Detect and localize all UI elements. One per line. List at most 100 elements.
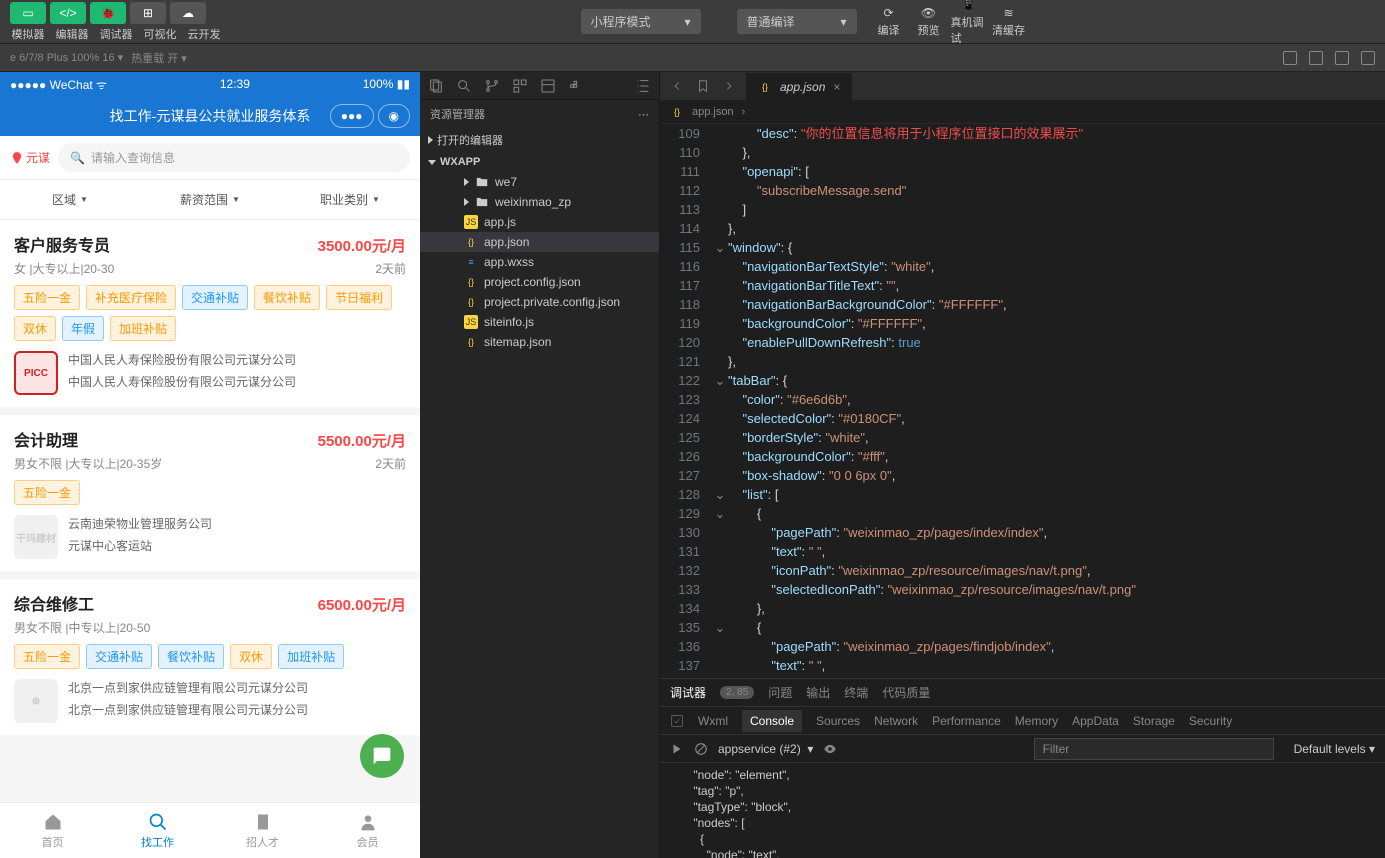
company-logo: 干玛建材 [14,515,58,559]
popout-icon[interactable] [1361,51,1375,65]
job-salary: 3500.00元/月 [318,235,406,256]
clear-icon[interactable] [694,742,708,756]
eye-icon[interactable] [823,742,837,756]
inspect-icon[interactable] [670,714,684,728]
files-icon[interactable] [428,78,444,94]
tree-app.js[interactable]: JS app.js [420,212,659,232]
tab-招人才[interactable]: 招人才 [210,803,315,858]
action-清缓存[interactable]: ≋清缓存 [991,4,1027,40]
job-time: 2天前 [375,455,406,472]
explorer: 资源管理器⋯ 打开的编辑器 WXAPP we7 weixinmao_zpJS a… [420,72,660,858]
dt-tab-Performance[interactable]: Performance [932,714,1001,728]
tree-app.wxss[interactable]: ≡ app.wxss [420,252,659,272]
toolbar-btn-3[interactable]: ⊞ [130,2,166,24]
capsule-menu[interactable]: ●●● [330,104,374,128]
job-card[interactable]: 会计助理5500.00元/月男女不限 |大专以上|20-35岁2天前五险一金干玛… [0,415,420,571]
layout-icon[interactable] [540,78,556,94]
filter-区域[interactable]: 区域 ▼ [0,180,140,219]
expand-icon[interactable] [635,78,651,94]
tag: 节日福利 [326,285,392,310]
dt-tab-Wxml[interactable]: Wxml [698,714,728,728]
action-真机调试[interactable]: 📱真机调试 [951,4,987,40]
editor: {} app.json × {} app.json› 1091101111121… [660,72,1385,858]
docker-icon[interactable] [568,78,584,94]
code-editor[interactable]: 1091101111121131141151161171181191201211… [660,124,1385,678]
dt-tab-Network[interactable]: Network [874,714,918,728]
tree-app.json[interactable]: {} app.json [420,232,659,252]
nav-bar: 找工作-元谋县公共就业服务体系 ●●● ◉ [0,96,420,136]
job-title: 会计助理 [14,427,78,451]
debugger-tab[interactable]: 调试器 [670,684,706,701]
quality-tab[interactable]: 代码质量 [882,684,930,701]
dt-tab-AppData[interactable]: AppData [1072,714,1119,728]
devtools: 调试器 2, 85 问题 输出 终端 代码质量 WxmlConsoleSourc… [660,678,1385,858]
tree-siteinfo.js[interactable]: JS siteinfo.js [420,312,659,332]
project-section[interactable]: WXAPP [420,152,659,172]
status-bar: ●●●●● WeChat ᯤ 12:39 100% ▮▮ [0,72,420,96]
dt-tab-Console[interactable]: Console [742,710,802,732]
search-input[interactable]: 🔍 请输入查询信息 [58,143,410,172]
back-icon[interactable] [670,79,684,93]
branch-icon[interactable] [484,78,500,94]
toolbar-btn-2[interactable]: 🐞 [90,2,126,24]
tree-weixinmao_zp[interactable]: weixinmao_zp [420,192,659,212]
output-tab[interactable]: 输出 [806,684,830,701]
mode-select[interactable]: 小程序模式▾ [581,9,701,34]
toolbar-btn-4[interactable]: ☁ [170,2,206,24]
dt-tab-Security[interactable]: Security [1189,714,1232,728]
chat-fab[interactable] [360,734,404,778]
record-icon[interactable] [1309,51,1323,65]
tag: 餐饮补贴 [158,644,224,669]
json-icon: {} [670,105,684,119]
filter-input[interactable]: Filter [1034,738,1274,760]
job-title: 综合维修工 [14,591,94,615]
job-card[interactable]: 综合维修工6500.00元/月男女不限 |中专以上|20-50五险一金交通补贴餐… [0,579,420,735]
phone-icon[interactable] [1335,51,1349,65]
job-title: 客户服务专员 [14,232,110,256]
tree-project.private.config.json[interactable]: {} project.private.config.json [420,292,659,312]
filter-薪资范围[interactable]: 薪资范围 ▼ [140,180,280,219]
toolbar-btn-1[interactable]: </> [50,2,86,24]
context-select[interactable]: appservice (#2) ▾ [718,742,813,756]
job-card[interactable]: 客户服务专员3500.00元/月女 |大专以上|20-302天前五险一金补充医疗… [0,220,420,407]
tree-sitemap.json[interactable]: {} sitemap.json [420,332,659,352]
dt-tab-Storage[interactable]: Storage [1133,714,1175,728]
dt-tab-Sources[interactable]: Sources [816,714,860,728]
location-picker[interactable]: 元谋 [10,149,50,166]
open-editors-section[interactable]: 打开的编辑器 [420,128,659,152]
issues-tab[interactable]: 问题 [768,684,792,701]
tab-首页[interactable]: 首页 [0,803,105,858]
refresh-icon[interactable] [1283,51,1297,65]
device-select[interactable]: e 6/7/8 Plus 100% 16 ▾ [10,51,123,64]
action-编译[interactable]: ⟳编译 [871,4,907,40]
clock: 12:39 [220,77,250,91]
tab-找工作[interactable]: 找工作 [105,803,210,858]
search-row: 元谋 🔍 请输入查询信息 [0,136,420,180]
levels-select[interactable]: Default levels ▾ [1294,742,1375,756]
forward-icon[interactable] [722,79,736,93]
company-logo: PICC [14,351,58,395]
tab-会员[interactable]: 会员 [315,803,420,858]
toolbar-btn-0[interactable]: ▭ [10,2,46,24]
tree-project.config.json[interactable]: {} project.config.json [420,272,659,292]
bookmark-icon[interactable] [696,79,710,93]
editor-tab-active[interactable]: {} app.json × [746,73,852,100]
extensions-icon[interactable] [512,78,528,94]
terminal-tab[interactable]: 终端 [844,684,868,701]
tree-we7[interactable]: we7 [420,172,659,192]
hotreload-toggle[interactable]: 热重载 开 ▾ [131,50,187,66]
close-icon[interactable]: × [833,80,840,94]
tag: 五险一金 [14,644,80,669]
dt-tab-Memory[interactable]: Memory [1015,714,1058,728]
breadcrumb[interactable]: {} app.json› [660,100,1385,124]
capsule-close[interactable]: ◉ [378,104,410,128]
tag: 年假 [62,316,104,341]
action-预览[interactable]: 👁预览 [911,4,947,40]
search-icon[interactable] [456,78,472,94]
compile-select[interactable]: 普通编译▾ [737,9,857,34]
play-icon[interactable] [670,742,684,756]
tag: 交通补贴 [86,644,152,669]
job-salary: 5500.00元/月 [318,430,406,451]
explorer-header: 资源管理器⋯ [420,100,659,128]
filter-职业类别[interactable]: 职业类别 ▼ [280,180,420,219]
